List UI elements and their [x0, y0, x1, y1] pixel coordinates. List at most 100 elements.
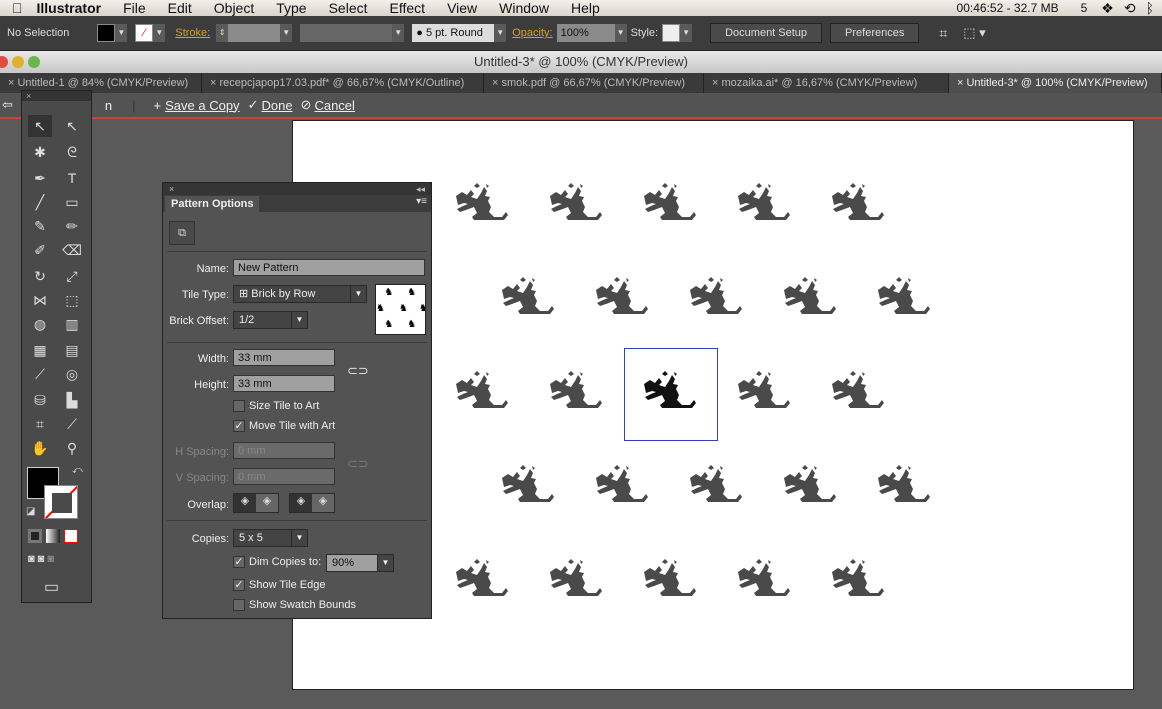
tab-untitled-3[interactable]: × Untitled-3* @ 100% (CMYK/Preview) [949, 73, 1162, 93]
dropbox-icon[interactable]: ❖ [1101, 0, 1114, 17]
style-swatch[interactable] [662, 24, 681, 42]
panel-close-icon[interactable]: × [169, 183, 174, 195]
width-input[interactable]: 33 mm [233, 349, 335, 366]
rotate-tool-icon[interactable]: ↻ [28, 265, 52, 287]
pattern-tile-tool-icon[interactable]: ⧉ [169, 221, 195, 245]
dim-copies-checkbox[interactable]: ✓ Dim Copies to: [233, 556, 321, 568]
left-in-front-icon[interactable]: ◈ [234, 494, 256, 512]
show-tile-edge-checkbox[interactable]: ✓ Show Tile Edge [233, 579, 325, 591]
app-menu[interactable]: Illustrator [37, 0, 102, 16]
graph-tool-icon[interactable]: ▙ [60, 389, 84, 411]
minimize-window-button[interactable] [12, 56, 24, 68]
tab-recepcjapop[interactable]: × recepcjapop17.03.pdf* @ 66,67% (CMYK/O… [202, 73, 484, 93]
toolbox-header[interactable]: × [22, 91, 91, 101]
apple-icon[interactable]:  [12, 0, 23, 16]
menu-select[interactable]: Select [329, 0, 368, 16]
lasso-tool-icon[interactable]: ᘓ [60, 141, 84, 163]
height-input[interactable]: 33 mm [233, 375, 335, 392]
opacity-label[interactable]: Opacity: [512, 27, 552, 39]
menu-edit[interactable]: Edit [168, 0, 192, 16]
pattern-tile-edge[interactable] [624, 348, 718, 441]
pencil-tool-icon[interactable]: ✏ [60, 215, 84, 237]
stroke-weight-input[interactable] [228, 24, 281, 42]
panel-tab-pattern-options[interactable]: Pattern Options [165, 196, 259, 212]
artboard-tool-icon[interactable]: ⌗ [28, 413, 52, 435]
symbol-sprayer-tool-icon[interactable]: ⛁ [28, 389, 52, 411]
direct-selection-tool-icon[interactable]: ↖ [60, 115, 84, 137]
shape-builder-tool-icon[interactable]: ◍ [28, 313, 52, 335]
adobe-count[interactable]: 5 [1081, 1, 1088, 15]
free-transform-tool-icon[interactable]: ⬚ [60, 289, 84, 311]
tab-smok[interactable]: × smok.pdf @ 66,67% (CMYK/Preview) [484, 73, 704, 93]
mesh-tool-icon[interactable]: ▦ [28, 339, 52, 361]
move-tile-with-art-checkbox[interactable]: ✓ Move Tile with Art [233, 420, 335, 432]
stroke-color-swatch[interactable] [44, 485, 78, 519]
brush-select[interactable]: ● 5 pt. Round [412, 24, 495, 42]
stroke-swatch[interactable]: ⁄ [135, 24, 154, 42]
type-tool-icon[interactable]: T [60, 167, 84, 189]
transform-icon[interactable]: ⌗ [939, 25, 947, 42]
tile-type-select[interactable]: ⊞ Brick by Row ▼ [233, 285, 367, 303]
default-colors-icon[interactable]: ◪ [26, 506, 35, 517]
width-tool-icon[interactable]: ⋈ [28, 289, 52, 311]
bluetooth-icon[interactable]: ᛒ [1146, 0, 1154, 16]
done-button[interactable]: Done [261, 98, 292, 113]
draw-inside-icon[interactable]: ◙ [47, 553, 54, 565]
rectangle-tool-icon[interactable]: ▭ [60, 191, 84, 213]
top-in-front-icon[interactable]: ◈ [290, 494, 312, 512]
menu-file[interactable]: File [123, 0, 146, 16]
stroke-weight-dropdown[interactable]: ▼ [280, 24, 293, 42]
stroke-stepper[interactable]: ⇕ [216, 24, 229, 42]
swap-colors-icon[interactable]: ⤺ [72, 465, 83, 476]
eraser-tool-icon[interactable]: ⌫ [60, 239, 84, 261]
paintbrush-tool-icon[interactable]: ✎ [28, 215, 52, 237]
menu-help[interactable]: Help [571, 0, 600, 16]
document-setup-button[interactable]: Document Setup [710, 23, 823, 43]
v-spacing-input[interactable]: 0 mm [233, 468, 335, 485]
menu-type[interactable]: Type [276, 0, 306, 16]
time-machine-icon[interactable]: ⟲ [1124, 0, 1136, 17]
brush-dropdown[interactable]: ▼ [494, 24, 507, 42]
fill-dropdown[interactable]: ▼ [115, 24, 128, 42]
menu-window[interactable]: Window [499, 0, 549, 16]
variable-width-dropdown[interactable]: ▼ [392, 24, 405, 42]
stroke-label[interactable]: Stroke: [175, 27, 210, 39]
slice-tool-icon[interactable]: ⟋ [60, 413, 84, 435]
selection-tool-icon[interactable]: ↖ [28, 115, 52, 137]
zoom-window-button[interactable] [28, 56, 40, 68]
back-arrow-icon[interactable]: ⇦ [2, 97, 13, 113]
pen-tool-icon[interactable]: ✒ [28, 167, 52, 189]
save-copy-button[interactable]: Save a Copy [165, 98, 239, 113]
blob-brush-tool-icon[interactable]: ✐ [28, 239, 52, 261]
close-window-button[interactable] [0, 56, 8, 68]
none-mode-icon[interactable] [64, 529, 78, 543]
blend-tool-icon[interactable]: ◎ [60, 363, 84, 385]
perspective-grid-tool-icon[interactable]: ▥ [60, 313, 84, 335]
gradient-tool-icon[interactable]: ▤ [60, 339, 84, 361]
copies-select[interactable]: 5 x 5 ▼ [233, 529, 308, 547]
eyedropper-tool-icon[interactable]: ⟋ [28, 363, 52, 385]
bottom-in-front-icon[interactable]: ◈ [312, 494, 334, 512]
menu-effect[interactable]: Effect [390, 0, 426, 16]
variable-width-select[interactable] [300, 24, 393, 42]
color-mode-icon[interactable] [28, 529, 42, 543]
right-in-front-icon[interactable]: ◈ [256, 494, 278, 512]
opacity-input[interactable]: 100% [556, 24, 615, 42]
preferences-button[interactable]: Preferences [830, 23, 920, 43]
tab-mozaika[interactable]: × mozaika.ai* @ 16,67% (CMYK/Preview) [704, 73, 949, 93]
fill-swatch[interactable] [97, 24, 116, 42]
align-icon[interactable]: ⬚ ▾ [963, 25, 985, 41]
opacity-dropdown[interactable]: ▼ [614, 24, 627, 42]
panel-menu-icon[interactable]: ▾≡ [416, 196, 427, 207]
hand-tool-icon[interactable]: ✋ [28, 437, 52, 459]
menu-view[interactable]: View [447, 0, 477, 16]
dim-copies-select[interactable]: 90% ▼ [326, 554, 394, 572]
pattern-name-input[interactable]: New Pattern [233, 259, 425, 276]
draw-behind-icon[interactable]: ◙ [38, 553, 45, 565]
gradient-mode-icon[interactable] [46, 529, 60, 543]
show-swatch-bounds-checkbox[interactable]: Show Swatch Bounds [233, 599, 356, 611]
link-dimensions-icon[interactable]: ⊂⊃ [347, 363, 369, 379]
magic-wand-tool-icon[interactable]: ✱ [28, 141, 52, 163]
size-tile-to-art-checkbox[interactable]: Size Tile to Art [233, 400, 319, 412]
panel-collapse-icon[interactable]: ◂◂ [416, 183, 425, 195]
